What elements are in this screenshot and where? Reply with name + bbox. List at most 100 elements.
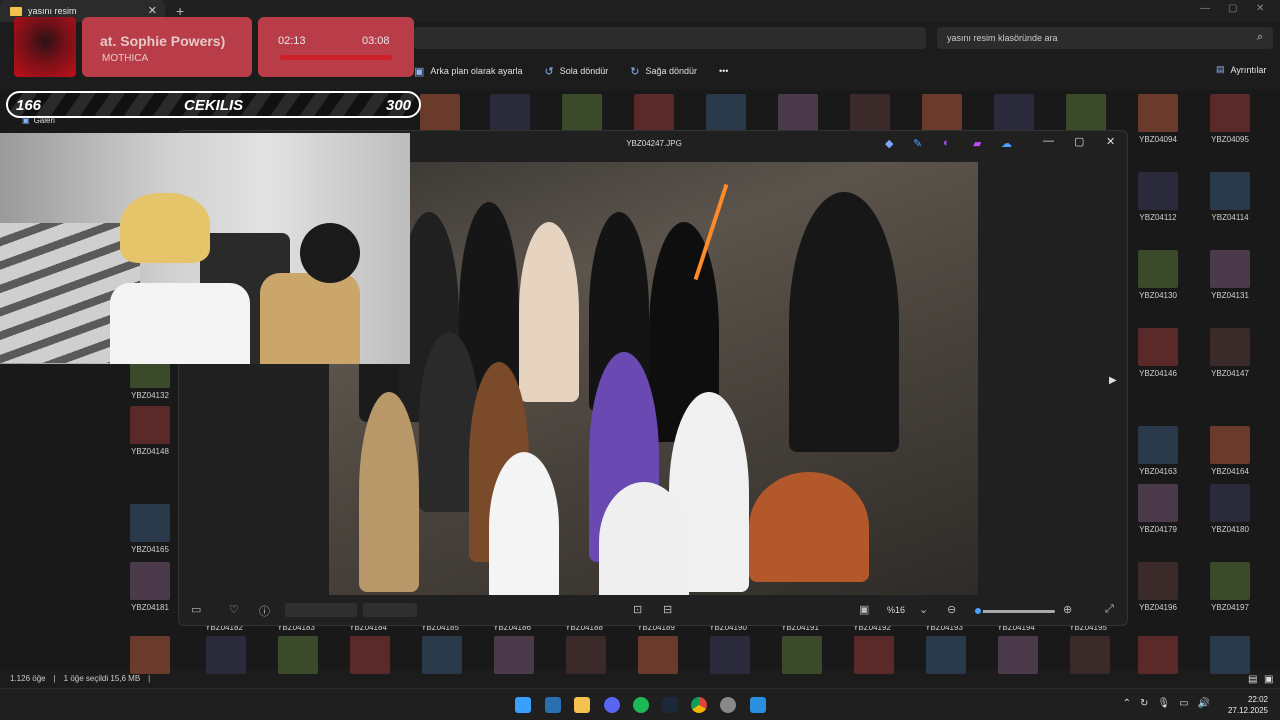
chevron-up-icon[interactable]: ⌃ — [1123, 698, 1131, 709]
close-viewer-button[interactable]: ✕ — [1106, 135, 1115, 148]
thumbnail-image[interactable] — [130, 636, 170, 674]
thumbnail-image[interactable] — [1138, 636, 1178, 674]
rotate-left-button[interactable]: ↺ Sola döndür — [544, 65, 608, 78]
zoom-in-icon[interactable]: ⊕ — [1063, 603, 1072, 616]
thumbnail-image[interactable] — [1070, 636, 1110, 674]
thumbnail-image[interactable] — [1138, 250, 1178, 288]
thumbnail-image[interactable] — [998, 636, 1038, 674]
more-options-button[interactable]: ••• — [719, 66, 728, 76]
chevron-down-icon[interactable]: ⌄ — [919, 603, 928, 616]
thumbnail-image[interactable] — [1138, 484, 1178, 522]
details-button[interactable]: ▤ Ayrıntılar — [1216, 64, 1266, 75]
photo-image[interactable] — [329, 162, 978, 595]
divider: | — [53, 674, 56, 683]
thumbnail-image[interactable] — [1138, 328, 1178, 366]
next-image-button[interactable]: ▶ — [1109, 375, 1117, 386]
chrome-icon[interactable] — [691, 697, 707, 713]
steam-icon[interactable] — [662, 697, 678, 713]
thumbnail-image[interactable] — [994, 94, 1034, 132]
photos-icon[interactable] — [750, 697, 766, 713]
thumbnail-image[interactable] — [420, 94, 460, 132]
thumbnail-image[interactable] — [1210, 484, 1250, 522]
thumbnail-image[interactable] — [130, 406, 170, 444]
fullscreen-icon[interactable]: ⤢ — [1105, 603, 1114, 616]
thumbnail-image[interactable] — [1138, 172, 1178, 210]
thumbnail-image[interactable] — [926, 636, 966, 674]
thumbnail-image[interactable] — [706, 94, 746, 132]
details-view-icon[interactable]: ▤ — [1248, 674, 1257, 685]
more-label: ••• — [719, 66, 729, 76]
thumbnail-image[interactable] — [130, 562, 170, 600]
actual-size-icon[interactable]: ▣ — [859, 603, 869, 616]
thumbnail-image[interactable] — [778, 94, 818, 132]
thumbnail-image[interactable] — [1138, 94, 1178, 132]
clock[interactable]: 22:02 27.12.2025 — [1228, 694, 1268, 716]
sync-icon[interactable]: ↻ — [1140, 698, 1148, 709]
thumbnail-image[interactable] — [1138, 562, 1178, 600]
thumbnail-image[interactable] — [782, 636, 822, 674]
thumbnail-image[interactable] — [1210, 250, 1250, 288]
network-icon[interactable]: ▭ — [1179, 698, 1188, 709]
maximize-button[interactable]: ▢ — [1228, 3, 1237, 14]
maximize-viewer-button[interactable]: ▢ — [1074, 135, 1084, 148]
info-icon[interactable]: ⓘ — [259, 603, 270, 619]
adjust-icon[interactable]: ⊟ — [663, 603, 672, 616]
zoom-slider[interactable] — [973, 610, 1055, 613]
rotate-right-button[interactable]: ↻ Sağa döndür — [630, 65, 697, 78]
microphone-icon[interactable]: 🎙 — [1157, 698, 1170, 709]
volume-icon[interactable]: 🔊 — [1198, 698, 1210, 709]
onedrive-icon[interactable]: ☁ — [1001, 137, 1012, 150]
thumbnail-image[interactable] — [1210, 328, 1250, 366]
thumbnail-image[interactable] — [490, 94, 530, 132]
zoom-level[interactable]: %16 — [887, 605, 905, 615]
close-icon[interactable]: ✕ — [148, 4, 157, 17]
start-icon[interactable] — [515, 697, 531, 713]
search-icon[interactable]: ⌕ — [1257, 31, 1263, 44]
zoom-out-icon[interactable]: ⊖ — [947, 603, 956, 616]
set-background-button[interactable]: ▣ Arka plan olarak ayarla — [414, 65, 522, 78]
thumbnail-image[interactable] — [1066, 94, 1106, 132]
thumbnail-image[interactable] — [1210, 172, 1250, 210]
favorite-heart-icon[interactable]: ♡ — [229, 603, 239, 616]
thumbnail-image[interactable] — [638, 636, 678, 674]
thumbnail-image[interactable] — [922, 94, 962, 132]
clipchamp-icon[interactable]: ◐ — [943, 137, 950, 149]
thumbnail-image[interactable] — [562, 94, 602, 132]
zoom-slider-thumb[interactable] — [973, 606, 983, 616]
thumbnail-image[interactable] — [1210, 636, 1250, 674]
obs-icon[interactable] — [720, 697, 736, 713]
address-bar[interactable] — [414, 27, 926, 49]
edit-icon[interactable]: ✎ — [913, 137, 922, 150]
file-explorer-icon[interactable] — [574, 697, 590, 713]
minimize-viewer-button[interactable]: — — [1043, 135, 1054, 147]
copilot-icon[interactable]: ◆ — [885, 137, 893, 150]
thumbnail-image[interactable] — [130, 504, 170, 542]
thumbnail-image[interactable] — [206, 636, 246, 674]
gallery-icon: ▣ — [22, 116, 30, 125]
thumbnail-image[interactable] — [634, 94, 674, 132]
minimize-button[interactable]: — — [1200, 3, 1210, 14]
sidebar-item-galeri[interactable]: ▣ Galeri — [22, 116, 55, 125]
thumbnail-image[interactable] — [854, 636, 894, 674]
close-window-button[interactable]: ✕ — [1256, 3, 1264, 14]
thumbnail-image[interactable] — [350, 636, 390, 674]
thumbnail-image[interactable] — [494, 636, 534, 674]
thumbnail-image[interactable] — [278, 636, 318, 674]
selection-info: 1 öğe seçildi 15,6 MB — [63, 674, 141, 683]
discord-icon[interactable] — [604, 697, 620, 713]
thumbnail-image[interactable] — [566, 636, 606, 674]
thumbnail-image[interactable] — [1138, 426, 1178, 464]
spotify-icon[interactable] — [633, 697, 649, 713]
thumbnail-image[interactable] — [1210, 562, 1250, 600]
thumbnail-image[interactable] — [422, 636, 462, 674]
thumbnail-image[interactable] — [850, 94, 890, 132]
app-icon[interactable] — [545, 697, 561, 713]
thumbnail-image[interactable] — [710, 636, 750, 674]
tiles-view-icon[interactable]: ▣ — [1264, 674, 1273, 685]
designer-icon[interactable]: ▰ — [973, 137, 981, 150]
search-input[interactable]: yasını resim klasöründe ara ⌕ — [937, 27, 1273, 49]
thumbnail-image[interactable] — [1210, 94, 1250, 132]
crop-icon[interactable]: ⊡ — [633, 603, 642, 616]
filmstrip-icon[interactable]: ▭ — [191, 603, 201, 616]
thumbnail-image[interactable] — [1210, 426, 1250, 464]
